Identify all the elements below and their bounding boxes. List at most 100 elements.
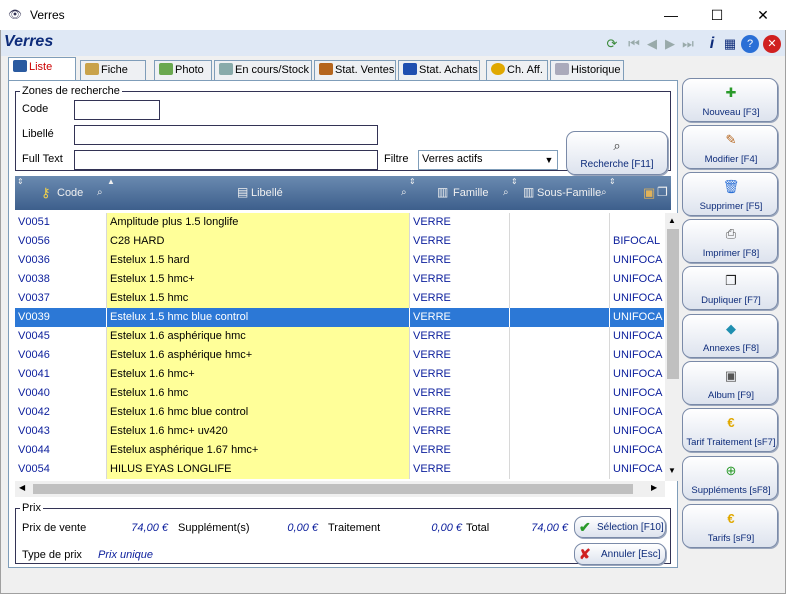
extra-cell: UNIFOCA [613, 463, 663, 475]
famille-cell: VERRE [410, 289, 510, 308]
table-row[interactable]: V0056 C28 HARD VERRE BIFOCAL [15, 232, 665, 251]
album-button[interactable]: ▣ Album [F9] [682, 361, 778, 405]
column-header-libelle[interactable]: Libellé [251, 187, 283, 199]
tab-label: En cours/Stock [235, 64, 309, 76]
table-row[interactable]: V0038 Estelux 1.5 hmc+ VERRE UNIFOCA [15, 270, 665, 289]
table-row[interactable]: V0039 Estelux 1.5 hmc blue control VERRE UN… [15, 308, 665, 327]
maximize-button[interactable]: ☐ [694, 0, 740, 30]
supprimer-button[interactable]: 🗑 Supprimer [F5] [682, 172, 778, 216]
traitement-value: 0,00 € [431, 522, 462, 534]
search-column-icon[interactable]: ⌕ [503, 187, 509, 198]
check-icon: ✔ [579, 519, 591, 535]
search-column-icon[interactable]: ⌕ [601, 187, 607, 198]
famille-cell: VERRE [410, 422, 510, 441]
code-cell: V0037 [15, 289, 107, 308]
search-column-icon[interactable]: ⌕ [401, 187, 407, 198]
tab-stat-achats[interactable]: Stat. Achats [398, 60, 480, 80]
new-icon: ✚ [725, 85, 737, 100]
sort-icon: ⇕ [609, 177, 616, 186]
table-row[interactable]: V0042 Estelux 1.6 hmc blue control VERRE UN… [15, 403, 665, 422]
famille-cell: VERRE [410, 213, 510, 232]
first-icon[interactable]: ⏮ [625, 35, 643, 53]
supplements-button[interactable]: ⊕ Suppléments [sF8] [682, 456, 778, 500]
column-header-sous-famille[interactable]: Sous-Famille [537, 187, 601, 199]
scroll-up-icon[interactable]: ▲ [668, 216, 676, 225]
album-icon: ▣ [724, 368, 738, 383]
tarif-traitement-button[interactable]: € Tarif Traitement [sF7] [682, 408, 778, 452]
scroll-down-icon[interactable]: ▼ [668, 466, 676, 475]
table-row[interactable]: V0054 HILUS EYAS LONGLIFE VERRE UNIFOCA [15, 460, 665, 479]
document-icon: ▤ [237, 185, 249, 199]
libelle-cell: Estelux 1.5 hmc+ [107, 270, 410, 289]
module-header: Verres ⟳ ⏮ ◀ ▶ ⏭ i ▦ ? ✕ [1, 30, 785, 56]
table-row[interactable]: V0036 Estelux 1.5 hard VERRE UNIFOCA [15, 251, 665, 270]
libelle-label: Libellé [22, 128, 54, 140]
tab-fiche[interactable]: Fiche [80, 60, 146, 80]
tab-ch-aff[interactable]: Ch. Aff. [486, 60, 548, 80]
tab-historique[interactable]: Historique [550, 60, 624, 80]
table-row[interactable]: V0044 Estelux asphérique 1.67 hmc+ VERRE UN… [15, 441, 665, 460]
annexes-button[interactable]: ◆ Annexes [F8] [682, 314, 778, 358]
fulltext-label: Full Text [22, 153, 63, 165]
minimize-button[interactable]: — [648, 0, 694, 30]
table-row[interactable]: V0046 Estelux 1.6 asphérique hmc+ VERRE UNI… [15, 346, 665, 365]
table-row[interactable]: V0043 Estelux 1.6 hmc+ uv420 VERRE UNIFOCA [15, 422, 665, 441]
tab-photo[interactable]: Photo [154, 60, 212, 80]
filtre-label: Filtre [384, 153, 409, 165]
close-button[interactable]: ✕ [740, 0, 786, 30]
cancel-button[interactable]: ✘ Annuler [Esc] [574, 543, 666, 565]
filtre-select[interactable]: Verres actifs ▼ [418, 150, 558, 170]
sort-icon: ⇕ [409, 177, 416, 186]
close-icon[interactable]: ✕ [763, 35, 781, 53]
sort-asc-icon: ▲ [107, 177, 115, 186]
nouveau-button[interactable]: ✚ Nouveau [F3] [682, 78, 778, 122]
modifier-button[interactable]: ✎ Modifier [F4] [682, 125, 778, 169]
libelle-field[interactable] [74, 125, 378, 145]
horizontal-scrollbar[interactable]: ◀ ▶ [15, 481, 665, 497]
scroll-thumb[interactable] [667, 229, 679, 379]
dupliquer-button[interactable]: ❐ Dupliquer [F7] [682, 266, 778, 310]
building-icon: ▥ [437, 185, 449, 199]
next-icon[interactable]: ▶ [661, 35, 679, 53]
prix-vente-label: Prix de vente [22, 522, 87, 534]
tab-en-cours-stock[interactable]: En cours/Stock [214, 60, 312, 80]
famille-cell: VERRE [410, 384, 510, 403]
famille-cell: VERRE [410, 251, 510, 270]
table-row[interactable]: V0037 Estelux 1.5 hmc VERRE UNIFOCA [15, 289, 665, 308]
search-button[interactable]: ⌕ Recherche [F11] [566, 131, 668, 175]
scroll-thumb[interactable] [33, 484, 633, 494]
column-header-famille[interactable]: Famille [453, 187, 488, 199]
code-field[interactable] [74, 100, 160, 120]
euro-icon: € [727, 415, 735, 430]
table-row[interactable]: V0040 Estelux 1.6 hmc VERRE UNIFOCA [15, 384, 665, 403]
prev-icon[interactable]: ◀ [643, 35, 661, 53]
vertical-scrollbar[interactable]: ▲ ▼ [665, 213, 681, 481]
scroll-left-icon[interactable]: ◀ [19, 483, 25, 492]
traitement-label: Traitement [328, 522, 381, 534]
info-icon[interactable]: i [703, 35, 721, 53]
list-icon [13, 60, 27, 72]
libelle-cell: Estelux asphérique 1.67 hmc+ [107, 441, 410, 460]
tab-liste[interactable]: Liste [8, 57, 76, 80]
extra-cell: UNIFOCA [613, 406, 663, 418]
last-icon[interactable]: ⏭ [679, 35, 697, 53]
table-row[interactable]: V0045 Estelux 1.6 asphérique hmc VERRE UNIF… [15, 327, 665, 346]
search-column-icon[interactable]: ⌕ [97, 187, 103, 198]
fulltext-field[interactable] [74, 150, 378, 170]
calculator-icon[interactable]: ▦ [721, 35, 739, 53]
euro-icon [491, 63, 505, 75]
sous-famille-cell [510, 308, 610, 327]
code-cell: V0046 [15, 346, 107, 365]
table-row[interactable]: V0041 Estelux 1.6 hmc+ VERRE UNIFOCA [15, 365, 665, 384]
duplicate-icon: ❐ [725, 273, 737, 288]
scroll-right-icon[interactable]: ▶ [651, 483, 657, 492]
table-row[interactable]: V0051 Amplitude plus 1.5 longlife VERRE [15, 213, 665, 232]
imprimer-button[interactable]: ⎙ Imprimer [F8] [682, 219, 778, 263]
help-icon[interactable]: ? [741, 35, 759, 53]
imprimer-label: Imprimer [F8] [702, 248, 760, 259]
tarifs-button[interactable]: € Tarifs [sF9] [682, 504, 778, 548]
column-header-code[interactable]: Code [57, 187, 83, 199]
tab-stat-ventes[interactable]: Stat. Ventes [314, 60, 396, 80]
refresh-icon[interactable]: ⟳ [603, 35, 621, 53]
selection-button[interactable]: ✔ Sélection [F10] [574, 516, 666, 538]
